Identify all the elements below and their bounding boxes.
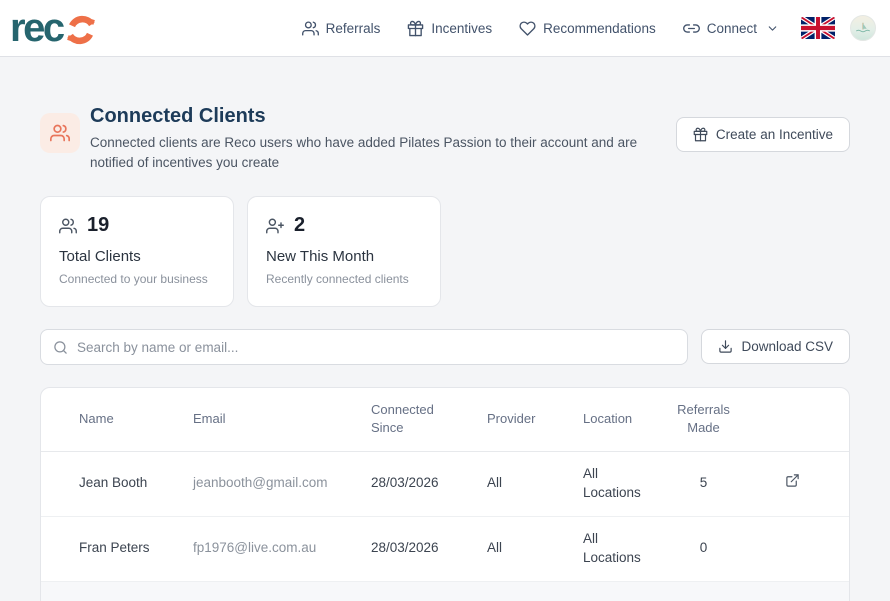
reco-logo[interactable]: rec: [10, 8, 98, 48]
download-icon: [718, 339, 733, 354]
table-header-row: Name Email Connected Since Provider Loca…: [41, 388, 849, 451]
gift-icon: [693, 127, 708, 142]
search-icon: [53, 340, 68, 355]
search-box[interactable]: [40, 329, 688, 365]
main-nav: Referrals Incentives Recommendations Con…: [302, 20, 779, 37]
nav-item-referrals[interactable]: Referrals: [302, 20, 381, 37]
page-description: Connected clients are Reco users who hav…: [90, 133, 645, 172]
table-row: Fran Peters fp1976@live.com.au 28/03/202…: [41, 516, 849, 581]
business-avatar[interactable]: [850, 15, 876, 41]
total-clients-value: 19: [87, 214, 109, 237]
nav-item-incentives[interactable]: Incentives: [407, 20, 492, 37]
nav-label: Recommendations: [543, 21, 656, 36]
client-referrals-made: 5: [671, 451, 746, 516]
client-name: Fran Peters: [41, 516, 193, 581]
nav-item-recommendations[interactable]: Recommendations: [519, 20, 656, 37]
table-row: Greg Roger gregrog1965@hotmail.com 24/02…: [41, 581, 849, 601]
new-this-month-sublabel: Recently connected clients: [266, 272, 422, 286]
search-input[interactable]: [77, 340, 675, 355]
users-icon: [302, 20, 319, 37]
column-header-provider: Provider: [487, 388, 583, 451]
user-plus-icon: [266, 217, 284, 235]
client-provider: All: [487, 581, 583, 601]
logo-text: rec: [10, 8, 63, 48]
clients-table: Name Email Connected Since Provider Loca…: [41, 388, 849, 601]
heart-icon: [519, 20, 536, 37]
column-header-location: Location: [583, 388, 671, 451]
logo-circle-arrow-icon: [64, 13, 98, 47]
uk-flag-language-selector[interactable]: [801, 17, 835, 39]
client-name: Greg Roger: [41, 581, 193, 601]
nav-label: Incentives: [431, 21, 492, 36]
open-referrals-link[interactable]: [785, 473, 800, 488]
top-navigation-bar: rec Referrals Incentives Recommendations: [0, 0, 890, 57]
page-title: Connected Clients: [90, 105, 645, 128]
create-incentive-button[interactable]: Create an Incentive: [676, 117, 850, 152]
clients-icon-box: [40, 113, 80, 153]
column-header-name: Name: [41, 388, 193, 451]
client-provider: All: [487, 516, 583, 581]
stat-card-total-clients: 19 Total Clients Connected to your busin…: [40, 196, 234, 307]
table-row: Jean Booth jeanbooth@gmail.com 28/03/202…: [41, 451, 849, 516]
total-clients-sublabel: Connected to your business: [59, 272, 215, 286]
client-connected-since: 28/03/2026: [371, 516, 487, 581]
client-location: All Locations: [583, 516, 671, 581]
page-header: Connected Clients Connected clients are …: [40, 105, 850, 172]
search-row: Download CSV: [40, 329, 850, 365]
download-csv-button[interactable]: Download CSV: [701, 329, 850, 364]
client-email: gregrog1965@hotmail.com: [193, 581, 371, 601]
create-incentive-label: Create an Incentive: [716, 127, 833, 142]
client-location: All Locations: [583, 451, 671, 516]
nav-item-connect[interactable]: Connect: [683, 20, 779, 37]
column-header-actions: [746, 388, 849, 451]
client-email: fp1976@live.com.au: [193, 516, 371, 581]
client-location: Epping: [583, 581, 671, 601]
client-provider: All: [487, 451, 583, 516]
nav-label: Referrals: [326, 21, 381, 36]
client-connected-since: 24/02/2026: [371, 581, 487, 601]
column-header-email: Email: [193, 388, 371, 451]
sailboat-avatar-image: [854, 19, 872, 37]
client-referrals-made: 1: [671, 581, 746, 601]
users-icon: [50, 123, 70, 143]
column-header-connected-since: Connected Since: [371, 388, 487, 451]
column-header-referrals-made: Referrals Made: [671, 388, 746, 451]
stats-row: 19 Total Clients Connected to your busin…: [40, 196, 850, 307]
connected-clients-page: Connected Clients Connected clients are …: [0, 57, 890, 601]
client-connected-since: 28/03/2026: [371, 451, 487, 516]
link-icon: [683, 20, 700, 37]
users-icon: [59, 217, 77, 235]
total-clients-label: Total Clients: [59, 248, 215, 265]
gift-icon: [407, 20, 424, 37]
clients-table-card: Name Email Connected Since Provider Loca…: [40, 387, 850, 601]
nav-label: Connect: [707, 21, 757, 36]
stat-card-new-this-month: 2 New This Month Recently connected clie…: [247, 196, 441, 307]
external-link-icon: [785, 473, 800, 488]
new-this-month-label: New This Month: [266, 248, 422, 265]
client-referrals-made: 0: [671, 516, 746, 581]
new-this-month-value: 2: [294, 214, 305, 237]
client-name: Jean Booth: [41, 451, 193, 516]
client-email: jeanbooth@gmail.com: [193, 451, 371, 516]
download-csv-label: Download CSV: [741, 339, 833, 354]
chevron-down-icon: [766, 22, 779, 35]
